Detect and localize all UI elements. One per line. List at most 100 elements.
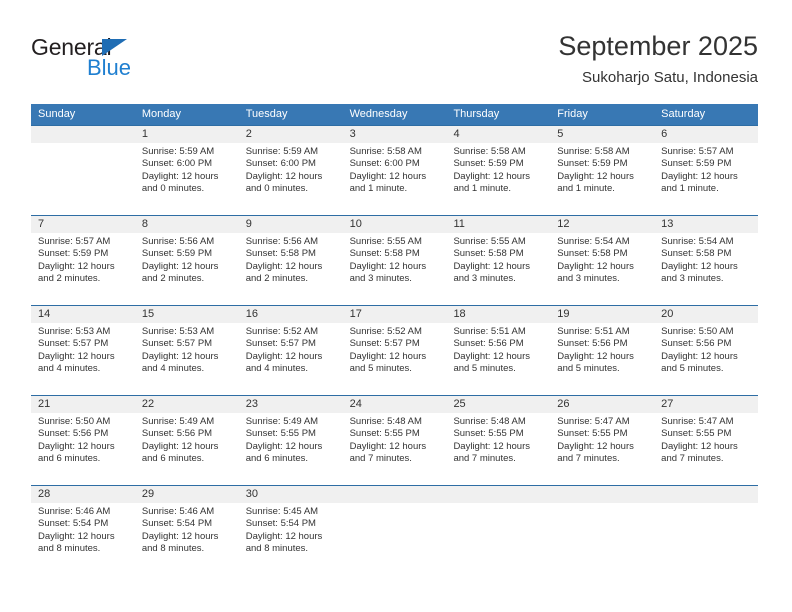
day-detail-line: Sunset: 5:57 PM bbox=[141, 338, 213, 350]
day-detail-line: Sunset: 6:00 PM bbox=[141, 158, 213, 170]
day-number: 19 bbox=[557, 308, 570, 320]
day-detail-line: Sunrise: 5:53 AM bbox=[141, 326, 215, 337]
day-details: Sunrise: 5:48 AM Sunset: 5:55 PM Daylight:… bbox=[446, 413, 550, 466]
day-number-strip: 21 bbox=[31, 396, 135, 413]
day-number-strip: 7 bbox=[31, 216, 135, 233]
day-detail-line: Daylight: 12 hours bbox=[661, 260, 738, 272]
day-details: Sunrise: 5:47 AM Sunset: 5:55 PM Daylight:… bbox=[654, 413, 758, 466]
day-details: Sunrise: 5:54 AM Sunset: 5:58 PM Daylight:… bbox=[654, 233, 758, 286]
day-detail-line: and 2 minutes. bbox=[141, 273, 205, 285]
day-cell[interactable]: 5 Sunrise: 5:58 AM Sunset: 5:59 PM Daylight… bbox=[550, 126, 655, 215]
day-detail-line: Sunrise: 5:56 AM bbox=[245, 236, 319, 247]
day-cell[interactable]: 15 Sunrise: 5:53 AM Sunset: 5:57 PM Dayligh… bbox=[134, 306, 239, 395]
day-number-strip: 3 bbox=[342, 126, 447, 143]
day-number-strip bbox=[654, 486, 759, 503]
calendar-week-row: 7 Sunrise: 5:57 AM Sunset: 5:59 PM Daylight… bbox=[31, 215, 759, 305]
day-cell[interactable]: 13 Sunrise: 5:54 AM Sunset: 5:58 PM Dayligh… bbox=[654, 216, 759, 305]
day-number-strip: 28 bbox=[31, 486, 135, 503]
day-number-strip: 10 bbox=[342, 216, 447, 233]
day-cell[interactable]: 8 Sunrise: 5:56 AM Sunset: 5:59 PM Daylight… bbox=[134, 216, 239, 305]
day-cell[interactable]: 7 Sunrise: 5:57 AM Sunset: 5:59 PM Daylight… bbox=[31, 216, 135, 305]
weekday-header-wednesday: Wednesday bbox=[349, 108, 408, 120]
day-cell[interactable]: 22 Sunrise: 5:49 AM Sunset: 5:56 PM Dayligh… bbox=[134, 396, 239, 485]
day-cell[interactable]: 23 Sunrise: 5:49 AM Sunset: 5:55 PM Dayligh… bbox=[238, 396, 343, 485]
day-cell[interactable]: 16 Sunrise: 5:52 AM Sunset: 5:57 PM Dayligh… bbox=[238, 306, 343, 395]
day-detail-line: Sunset: 6:00 PM bbox=[349, 158, 420, 170]
day-detail-line: Sunrise: 5:49 AM bbox=[245, 416, 319, 427]
day-detail-line: Sunset: 5:55 PM bbox=[349, 428, 420, 440]
day-number: 29 bbox=[141, 488, 155, 500]
day-details bbox=[446, 503, 550, 506]
day-detail-line: Daylight: 12 hours bbox=[661, 440, 738, 452]
day-detail-line: Daylight: 12 hours bbox=[557, 350, 634, 362]
day-cell[interactable]: 24 Sunrise: 5:48 AM Sunset: 5:55 PM Dayligh… bbox=[342, 396, 447, 485]
day-cell-empty bbox=[342, 486, 447, 575]
day-detail-line: Daylight: 12 hours bbox=[453, 440, 531, 452]
day-detail-line: and 6 minutes. bbox=[38, 453, 101, 465]
day-detail-line: Sunrise: 5:46 AM bbox=[38, 506, 111, 517]
day-details: Sunrise: 5:55 AM Sunset: 5:58 PM Daylight:… bbox=[446, 233, 550, 286]
day-detail-line: and 5 minutes. bbox=[557, 363, 620, 375]
day-number: 15 bbox=[141, 308, 155, 320]
day-detail-line: Daylight: 12 hours bbox=[557, 440, 634, 452]
day-detail-line: Sunset: 5:56 PM bbox=[557, 338, 628, 350]
day-cell[interactable]: 29 Sunrise: 5:46 AM Sunset: 5:54 PM Dayligh… bbox=[134, 486, 239, 575]
day-detail-line: and 3 minutes. bbox=[349, 273, 412, 285]
day-details: Sunrise: 5:51 AM Sunset: 5:56 PM Daylight:… bbox=[550, 323, 654, 376]
day-cell[interactable]: 9 Sunrise: 5:56 AM Sunset: 5:58 PM Daylight… bbox=[238, 216, 343, 305]
day-cell[interactable]: 1 Sunrise: 5:59 AM Sunset: 6:00 PM Daylight… bbox=[134, 126, 239, 215]
weekday-header-saturday: Saturday bbox=[661, 108, 706, 120]
day-detail-line: and 1 minute. bbox=[453, 183, 512, 195]
day-detail-line: Sunrise: 5:54 AM bbox=[661, 236, 734, 247]
day-detail-line: Daylight: 12 hours bbox=[38, 260, 115, 272]
day-number: 5 bbox=[557, 128, 564, 140]
day-number: 24 bbox=[349, 398, 362, 410]
day-detail-line: Sunrise: 5:52 AM bbox=[245, 326, 319, 337]
day-cell[interactable]: 25 Sunrise: 5:48 AM Sunset: 5:55 PM Dayligh… bbox=[446, 396, 551, 485]
day-detail-line: Sunset: 5:56 PM bbox=[661, 338, 732, 350]
day-cell[interactable]: 4 Sunrise: 5:58 AM Sunset: 5:59 PM Daylight… bbox=[446, 126, 551, 215]
day-detail-line: Sunset: 5:58 PM bbox=[453, 248, 524, 260]
day-detail-line: and 5 minutes. bbox=[661, 363, 724, 375]
day-cell[interactable]: 10 Sunrise: 5:55 AM Sunset: 5:58 PM Dayligh… bbox=[342, 216, 447, 305]
day-cell[interactable]: 14 Sunrise: 5:53 AM Sunset: 5:57 PM Dayligh… bbox=[31, 306, 135, 395]
day-detail-line: Sunset: 5:59 PM bbox=[38, 248, 109, 260]
day-number-strip: 27 bbox=[654, 396, 759, 413]
day-number: 7 bbox=[38, 218, 45, 230]
day-cell[interactable]: 12 Sunrise: 5:54 AM Sunset: 5:58 PM Dayligh… bbox=[550, 216, 655, 305]
day-detail-line: Sunset: 6:00 PM bbox=[245, 158, 316, 170]
day-cell[interactable]: 27 Sunrise: 5:47 AM Sunset: 5:55 PM Dayligh… bbox=[654, 396, 759, 485]
day-cell[interactable]: 20 Sunrise: 5:50 AM Sunset: 5:56 PM Dayligh… bbox=[654, 306, 759, 395]
day-cell[interactable]: 26 Sunrise: 5:47 AM Sunset: 5:55 PM Dayligh… bbox=[550, 396, 655, 485]
day-detail-line: and 4 minutes. bbox=[245, 363, 309, 375]
day-detail-line: Daylight: 12 hours bbox=[557, 260, 634, 272]
day-detail-line: Daylight: 12 hours bbox=[661, 350, 738, 362]
page-subtitle: Sukoharjo Satu, Indonesia bbox=[582, 69, 758, 86]
day-detail-line: and 7 minutes. bbox=[557, 453, 620, 465]
day-detail-line: Sunset: 5:58 PM bbox=[557, 248, 628, 260]
day-details bbox=[343, 503, 447, 506]
day-cell[interactable]: 21 Sunrise: 5:50 AM Sunset: 5:56 PM Dayligh… bbox=[31, 396, 135, 485]
day-details: Sunrise: 5:53 AM Sunset: 5:57 PM Daylight:… bbox=[135, 323, 239, 376]
day-details: Sunrise: 5:57 AM Sunset: 5:59 PM Daylight:… bbox=[654, 143, 758, 196]
day-cell[interactable]: 11 Sunrise: 5:55 AM Sunset: 5:58 PM Dayligh… bbox=[446, 216, 551, 305]
day-detail-line: Sunset: 5:55 PM bbox=[245, 428, 316, 440]
day-cell[interactable]: 28 Sunrise: 5:46 AM Sunset: 5:54 PM Dayligh… bbox=[31, 486, 135, 575]
general-blue-logo: General Blue bbox=[31, 34, 211, 84]
day-details: Sunrise: 5:58 AM Sunset: 5:59 PM Daylight:… bbox=[446, 143, 550, 196]
day-number: 26 bbox=[557, 398, 570, 410]
day-number-strip: 19 bbox=[550, 306, 655, 323]
day-detail-line: Daylight: 12 hours bbox=[557, 170, 634, 182]
day-cell[interactable]: 6 Sunrise: 5:57 AM Sunset: 5:59 PM Daylight… bbox=[654, 126, 759, 215]
day-cell[interactable]: 19 Sunrise: 5:51 AM Sunset: 5:56 PM Dayligh… bbox=[550, 306, 655, 395]
day-cell[interactable]: 30 Sunrise: 5:45 AM Sunset: 5:54 PM Dayligh… bbox=[238, 486, 343, 575]
day-detail-line: Sunset: 5:59 PM bbox=[557, 158, 628, 170]
day-detail-line: Sunrise: 5:46 AM bbox=[141, 506, 215, 517]
day-cell[interactable]: 2 Sunrise: 5:59 AM Sunset: 6:00 PM Daylight… bbox=[238, 126, 343, 215]
day-detail-line: and 8 minutes. bbox=[245, 543, 309, 555]
day-cell[interactable]: 17 Sunrise: 5:52 AM Sunset: 5:57 PM Dayligh… bbox=[342, 306, 447, 395]
day-number: 4 bbox=[453, 128, 460, 140]
day-details: Sunrise: 5:50 AM Sunset: 5:56 PM Daylight:… bbox=[654, 323, 758, 376]
day-cell[interactable]: 18 Sunrise: 5:51 AM Sunset: 5:56 PM Dayligh… bbox=[446, 306, 551, 395]
day-cell[interactable]: 3 Sunrise: 5:58 AM Sunset: 6:00 PM Daylight… bbox=[342, 126, 447, 215]
